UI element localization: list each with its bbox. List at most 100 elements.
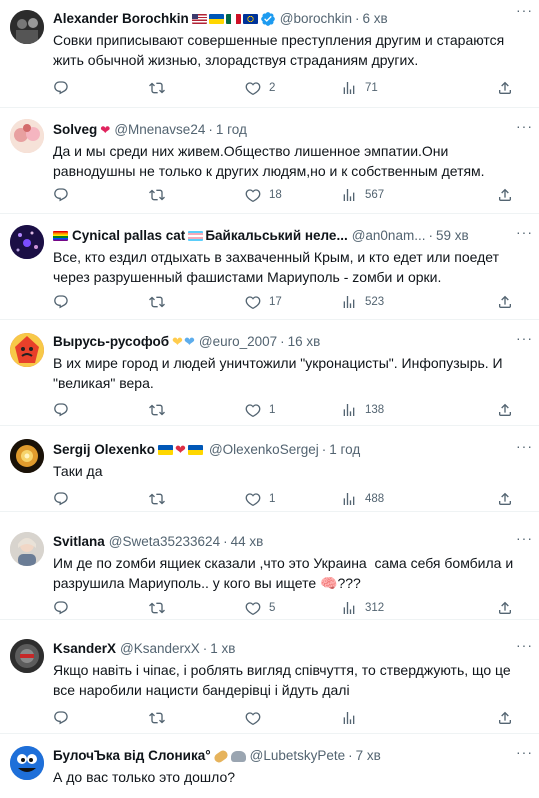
views-button[interactable]: 312 <box>341 600 437 616</box>
reply-button[interactable] <box>53 710 149 726</box>
more-options-icon[interactable]: ··· <box>516 744 533 760</box>
timestamp[interactable]: 1 хв <box>210 639 235 659</box>
share-button[interactable] <box>497 294 513 310</box>
share-button[interactable] <box>497 402 513 418</box>
avatar[interactable] <box>10 439 44 473</box>
timestamp[interactable]: 59 хв <box>436 226 469 246</box>
more-options-icon[interactable]: ··· <box>516 438 533 454</box>
timestamp[interactable]: 1 год <box>329 440 360 460</box>
timestamp[interactable]: 6 хв <box>363 9 388 29</box>
reply-icon <box>54 492 68 506</box>
retweet-button[interactable] <box>149 402 245 418</box>
author-name[interactable]: Solveg <box>53 120 97 140</box>
author-name[interactable]: Alexander Borochkin <box>53 9 189 29</box>
heart-icon <box>245 82 261 95</box>
author-handle[interactable]: @Mnenavse24 <box>114 120 205 140</box>
author-handle[interactable]: @borochkin <box>280 9 352 29</box>
tweet-text: Таки да <box>53 463 103 479</box>
reply-button[interactable] <box>53 600 149 616</box>
avatar[interactable] <box>10 746 44 780</box>
heart-icon <box>245 296 261 309</box>
tweet[interactable]: Svitlana @Sweta35233624 · 44 хв Им де по… <box>0 512 539 620</box>
reply-button[interactable] <box>53 187 149 203</box>
author-name[interactable]: KsanderX <box>53 639 116 659</box>
author-handle[interactable]: @euro_2007 <box>199 332 277 352</box>
author-name[interactable]: БулочЪка від Слоника <box>53 746 205 766</box>
tweet[interactable]: БулочЪка від Слоника ° @LubetskyPete · 7… <box>0 734 539 798</box>
views-button[interactable]: 488 <box>341 491 437 507</box>
more-options-icon[interactable]: ··· <box>516 224 533 240</box>
reply-button[interactable] <box>53 294 149 310</box>
like-button[interactable]: 1 <box>245 402 341 418</box>
retweet-button[interactable] <box>149 294 245 310</box>
timestamp[interactable]: 7 хв <box>356 746 381 766</box>
yellow-heart-icon: ❤ <box>172 334 183 349</box>
retweet-icon <box>149 493 165 505</box>
share-button[interactable] <box>497 491 513 507</box>
share-icon <box>499 188 511 201</box>
like-button[interactable]: 18 <box>245 187 341 203</box>
more-options-icon[interactable]: ··· <box>516 2 533 18</box>
avatar[interactable] <box>10 10 44 44</box>
tweet[interactable]: Cynical pallas cat Байкальський неле... … <box>0 214 539 320</box>
like-button[interactable]: 1 <box>245 491 341 507</box>
share-button[interactable] <box>497 187 513 203</box>
rainbow-flag-icon <box>53 231 68 241</box>
avatar[interactable] <box>10 532 44 566</box>
retweet-button[interactable] <box>149 491 245 507</box>
retweet-button[interactable] <box>149 710 245 726</box>
timestamp[interactable]: 1 год <box>216 120 247 140</box>
views-icon <box>343 82 355 94</box>
like-button[interactable]: 5 <box>245 600 341 616</box>
share-button[interactable] <box>497 710 513 726</box>
retweet-button[interactable] <box>149 80 245 96</box>
reply-icon <box>54 403 68 417</box>
avatar[interactable] <box>10 225 44 259</box>
tweet[interactable]: Solveg ❤ @Mnenavse24 · 1 год Да и мы сре… <box>0 108 539 214</box>
like-button[interactable]: 17 <box>245 294 341 310</box>
author-handle[interactable]: @OlexenkoSergej <box>209 440 319 460</box>
heart-icon <box>245 189 261 202</box>
reply-button[interactable] <box>53 491 149 507</box>
more-options-icon[interactable]: ··· <box>516 637 533 653</box>
avatar[interactable] <box>10 639 44 673</box>
views-button[interactable]: 567 <box>341 187 437 203</box>
tweet[interactable]: Alexander Borochkin @borochkin · 6 хв Со… <box>0 0 539 108</box>
share-button[interactable] <box>497 600 513 616</box>
tweet[interactable]: Sergij Olexenko ❤ @OlexenkoSergej · 1 го… <box>0 426 539 512</box>
timestamp[interactable]: 16 хв <box>288 332 321 352</box>
share-button[interactable] <box>497 80 513 96</box>
tweet[interactable]: Вырусь-русофоб ❤ ❤ @euro_2007 · 16 хв В … <box>0 320 539 426</box>
views-button[interactable] <box>341 710 437 726</box>
author-handle[interactable]: @an0nam... <box>352 226 426 246</box>
more-options-icon[interactable]: ··· <box>516 530 533 546</box>
author-name[interactable]: Вырусь-русофоб <box>53 332 169 352</box>
retweet-button[interactable] <box>149 187 245 203</box>
heart-icon <box>245 712 261 725</box>
author-name[interactable]: Cynical pallas cat <box>72 226 185 246</box>
more-options-icon[interactable]: ··· <box>516 330 533 346</box>
avatar[interactable] <box>10 333 44 367</box>
reply-button[interactable] <box>53 402 149 418</box>
author-name[interactable]: Svitlana <box>53 532 105 552</box>
author-name-suffix[interactable]: Байкальський неле... <box>205 226 347 246</box>
tweet[interactable]: KsanderX @KsanderxX · 1 хв Якщо навіть і… <box>0 620 539 734</box>
timeline: Alexander Borochkin @borochkin · 6 хв Со… <box>0 0 539 798</box>
trans-flag-icon <box>188 231 204 241</box>
heart-icon <box>245 404 261 417</box>
more-options-icon[interactable]: ··· <box>516 118 533 134</box>
views-button[interactable]: 138 <box>341 402 437 418</box>
timestamp[interactable]: 44 хв <box>231 532 264 552</box>
like-button[interactable]: 2 <box>245 80 341 96</box>
views-button[interactable]: 71 <box>341 80 437 96</box>
ukraine-flag-icon <box>158 445 174 455</box>
author-handle[interactable]: @LubetskyPete <box>250 746 346 766</box>
author-handle[interactable]: @Sweta35233624 <box>109 532 220 552</box>
retweet-button[interactable] <box>149 600 245 616</box>
like-button[interactable] <box>245 710 341 726</box>
author-handle[interactable]: @KsanderxX <box>120 639 200 659</box>
author-name[interactable]: Sergij Olexenko <box>53 440 155 460</box>
views-button[interactable]: 523 <box>341 294 437 310</box>
avatar[interactable] <box>10 119 44 153</box>
reply-button[interactable] <box>53 80 149 96</box>
